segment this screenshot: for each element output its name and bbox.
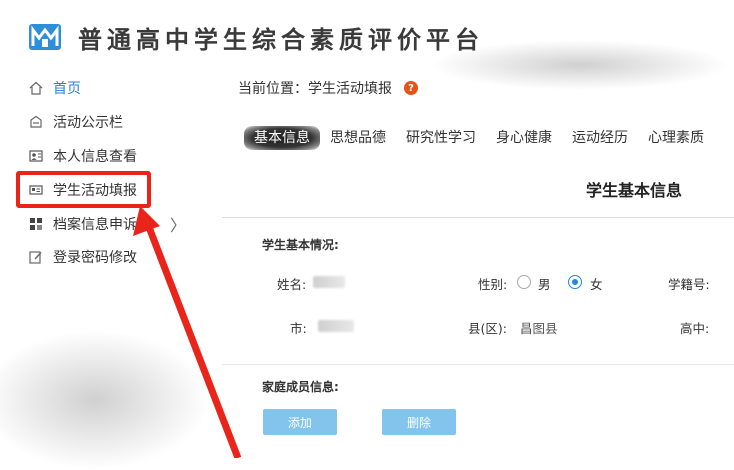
tab-bar: 基本信息 思想品德 研究性学习 身心健康 运动经历 心理素质 (244, 126, 714, 150)
sidebar-item-appeal[interactable]: 档案信息申诉 (28, 213, 137, 235)
app-title: 普通高中学生综合素质评价平台 (78, 25, 484, 54)
county-value: 昌图县 (520, 321, 558, 336)
ink-decoration (430, 40, 730, 90)
chevron-right-icon[interactable]: 〉 (170, 212, 186, 236)
name-label: 姓名: (277, 277, 307, 292)
tab-psychology[interactable]: 心理素质 (638, 126, 714, 150)
gender-female-radio[interactable] (568, 275, 582, 289)
family-subtitle: 家庭成员信息: (262, 380, 339, 394)
add-button[interactable]: 添加 (263, 409, 337, 435)
gender-label: 性别: (478, 277, 508, 292)
city-label: 市: (290, 321, 307, 336)
tab-health[interactable]: 身心健康 (486, 126, 562, 150)
grid-icon (28, 216, 44, 232)
divider (222, 217, 734, 218)
student-id-label: 学籍号: (668, 277, 710, 292)
bulletin-icon (28, 114, 44, 130)
high-school-label: 高中: (680, 321, 710, 336)
sidebar-item-password[interactable]: 登录密码修改 (28, 246, 137, 268)
help-icon[interactable]: ? (404, 81, 418, 95)
gender-male-label: 男 (538, 277, 551, 292)
tab-sports[interactable]: 运动经历 (562, 126, 638, 150)
delete-button[interactable]: 删除 (382, 409, 456, 435)
name-value (313, 276, 345, 288)
tab-basic-info[interactable]: 基本信息 (244, 126, 320, 150)
gender-male-radio[interactable] (517, 275, 531, 289)
edit-icon (28, 249, 44, 265)
gender-female-label: 女 (590, 277, 603, 292)
section-title: 学生基本信息 (586, 181, 683, 200)
county-label: 县(区): (468, 321, 507, 336)
city-value (318, 320, 354, 332)
tab-moral[interactable]: 思想品德 (320, 126, 396, 150)
tab-research[interactable]: 研究性学习 (396, 126, 486, 150)
sidebar-item-label: 档案信息申诉 (53, 217, 137, 233)
sidebar-item-home[interactable]: 首页 (28, 77, 81, 99)
breadcrumb: 当前位置：学生活动填报 ? (238, 78, 418, 98)
divider (222, 364, 734, 365)
sidebar-item-profile[interactable]: 本人信息查看 (28, 145, 137, 167)
breadcrumb-text: 当前位置：学生活动填报 (238, 81, 392, 97)
sidebar-item-label: 登录密码修改 (53, 250, 137, 266)
sidebar-item-label: 活动公示栏 (53, 115, 123, 131)
sidebar-item-label: 本人信息查看 (53, 149, 137, 165)
home-icon (28, 80, 44, 96)
id-card-icon (28, 148, 44, 164)
sidebar-item-label: 首页 (53, 81, 81, 97)
logo-icon (29, 24, 61, 50)
sidebar-item-bulletin[interactable]: 活动公示栏 (28, 111, 123, 133)
highlight-box (16, 171, 151, 208)
basic-info-subtitle: 学生基本情况: (262, 238, 339, 252)
